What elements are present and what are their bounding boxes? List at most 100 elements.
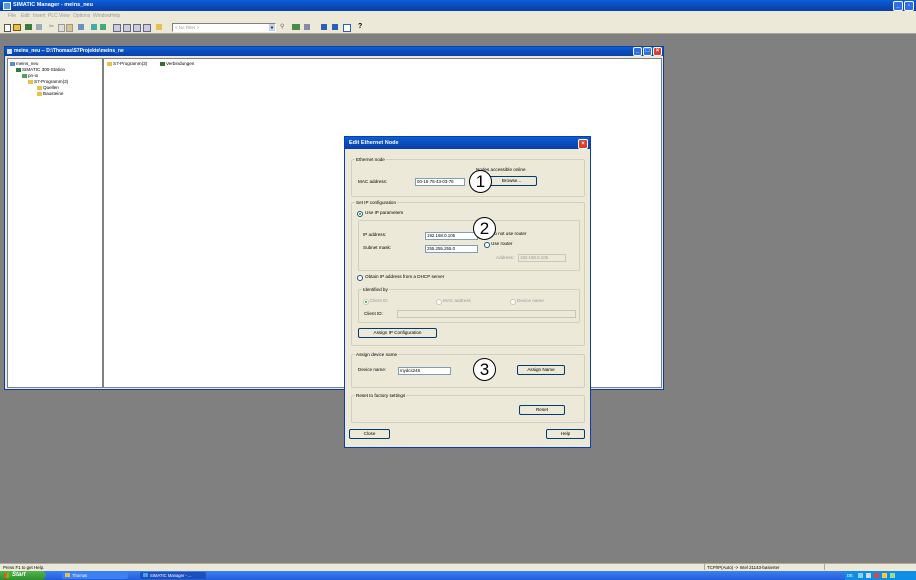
taskbar-item-thomas[interactable]: Thomas [62,572,128,579]
station-icon [16,67,21,72]
network-icon[interactable] [332,24,338,30]
taskbar: Start Thomas SIMATIC Manager - ... DE [0,571,916,580]
copy-icon[interactable] [58,24,65,32]
device-name-radio[interactable] [510,299,516,305]
large-icons-icon[interactable] [113,24,121,32]
cpu-icon [22,73,27,78]
memory-card-icon[interactable] [36,24,42,30]
tray-misc-icon[interactable] [890,573,895,578]
tray-network-icon[interactable] [858,573,863,578]
language-indicator[interactable]: DE [847,571,853,580]
dhcp-label: Obtain IP address from a DHCP server [365,274,445,279]
window-icon[interactable] [343,24,351,32]
close-button[interactable]: Close [349,429,390,439]
restore-button[interactable]: ▫ [904,1,914,11]
menu-plc[interactable]: PLC [48,13,58,19]
offline-icon[interactable] [100,24,106,30]
identified-by-label: Identified by [362,287,389,292]
toolbar: ✂ < No Filter > ▼ ⚲ ? [0,21,916,34]
tray-volume-icon[interactable] [866,573,871,578]
taskbar-item-label: SIMATIC Manager - ... [150,573,192,578]
assign-name-button[interactable]: Assign Name [517,365,565,375]
taskbar-item-simatic[interactable]: SIMATIC Manager - ... [140,572,206,579]
filter-icon[interactable]: ⚲ [280,24,286,30]
filter-select[interactable]: < No Filter > ▼ [172,23,276,32]
mac-address-radio[interactable] [436,299,442,305]
reset-button[interactable]: Reset [519,405,565,415]
cut-icon[interactable]: ✂ [49,24,54,30]
project-minimize-button[interactable]: _ [633,47,642,56]
minimize-button[interactable]: _ [893,1,903,11]
status-bar: Press F1 to get Help. TCP/IP(Auto) -> In… [0,563,916,571]
paste-icon[interactable] [66,24,73,32]
subnet-mask-label: Subnet mask: [363,245,392,250]
chevron-down-icon[interactable]: ▼ [269,24,275,31]
status-help-text: Press F1 to get Help. [3,565,45,570]
tree-pane: meins_neu SIMATIC 300-Station pn-io S7-P… [7,58,103,388]
project-icon [10,61,15,66]
menu-view[interactable]: View [59,13,70,19]
mac-address-field[interactable]: 00-15-78-43-03-76 [415,178,465,186]
start-button[interactable]: Start [0,571,46,580]
device-name-radio-label: Device name [517,298,544,303]
menu-options[interactable]: Options [73,13,90,19]
tree-item-blocks[interactable]: Bausteine [37,91,63,97]
device-name-field[interactable]: mydcs246 [398,367,451,375]
netpro-icon[interactable] [292,24,300,30]
connections-icon [160,61,165,66]
ip-config-group-label: Set IP configuration [355,200,398,205]
download-icon[interactable] [78,24,84,30]
tree-label: Bausteine [43,91,64,96]
subnet-mask-field[interactable]: 255.255.255.0 [425,245,478,253]
app-title: SIMATIC Manager - meins_neu [13,2,93,8]
tree-label: pn-io [28,73,39,78]
up-level-icon[interactable] [156,24,162,30]
assign-ip-configuration-button[interactable]: Assign IP Configuration [358,328,437,338]
mac-address-label: MAC address: [358,179,388,184]
tray-app-icon[interactable] [882,573,887,578]
use-ip-parameters-radio[interactable] [357,211,363,217]
content-item-connections[interactable]: Verbindungen [160,61,194,67]
content-label: S7-Programm(3) [113,61,148,66]
use-router-label: Use router [491,241,513,246]
hw-config-icon[interactable] [321,24,327,30]
help-icon[interactable]: ? [358,23,362,31]
dialog-close-button[interactable]: × [578,139,588,149]
menu-window[interactable]: Window [93,13,111,19]
device-name-label: Device name: [358,367,387,372]
small-icons-icon[interactable] [123,24,131,32]
project-close-button[interactable]: × [653,47,662,56]
ip-address-field[interactable]: 192.168.0.105 [425,232,478,240]
ethernet-node-group: Ethernet node Nodes accessible online MA… [351,157,585,197]
menu-file[interactable]: File [8,13,16,19]
simulation-icon[interactable] [304,24,310,30]
open-icon[interactable] [13,24,21,31]
accessible-nodes-icon[interactable] [25,24,32,30]
content-item-program[interactable]: S7-Programm(3) [107,61,147,67]
client-id-radio[interactable] [363,299,369,305]
help-button[interactable]: Help [546,429,585,439]
new-icon[interactable] [4,24,11,32]
menu-insert[interactable]: Insert [33,13,46,19]
dhcp-radio[interactable] [357,275,363,281]
tree-label: Quellen [43,85,59,90]
menu-help[interactable]: Help [110,13,120,19]
list-icon[interactable] [133,24,141,32]
details-icon[interactable] [143,24,151,32]
windows-logo-icon [4,573,9,578]
simatic-icon [143,573,148,577]
menu-edit[interactable]: Edit [21,13,30,19]
folder-icon [65,573,70,577]
program-folder-icon [28,79,33,84]
tree-label: meins_neu [16,61,39,66]
content-label: Verbindungen [166,61,195,66]
edit-ethernet-node-dialog: Edit Ethernet Node × Ethernet node Nodes… [344,136,591,448]
browse-button[interactable]: Browse... [486,176,537,186]
use-router-radio[interactable] [484,242,490,248]
router-address-field[interactable]: 192.168.0.105 [518,254,566,262]
tray-security-icon[interactable] [874,573,879,578]
client-id-field[interactable] [397,310,576,318]
mac-address-radio-label: MAC address [443,298,471,303]
project-maximize-button[interactable]: □ [643,47,652,56]
online-icon[interactable] [91,24,97,30]
